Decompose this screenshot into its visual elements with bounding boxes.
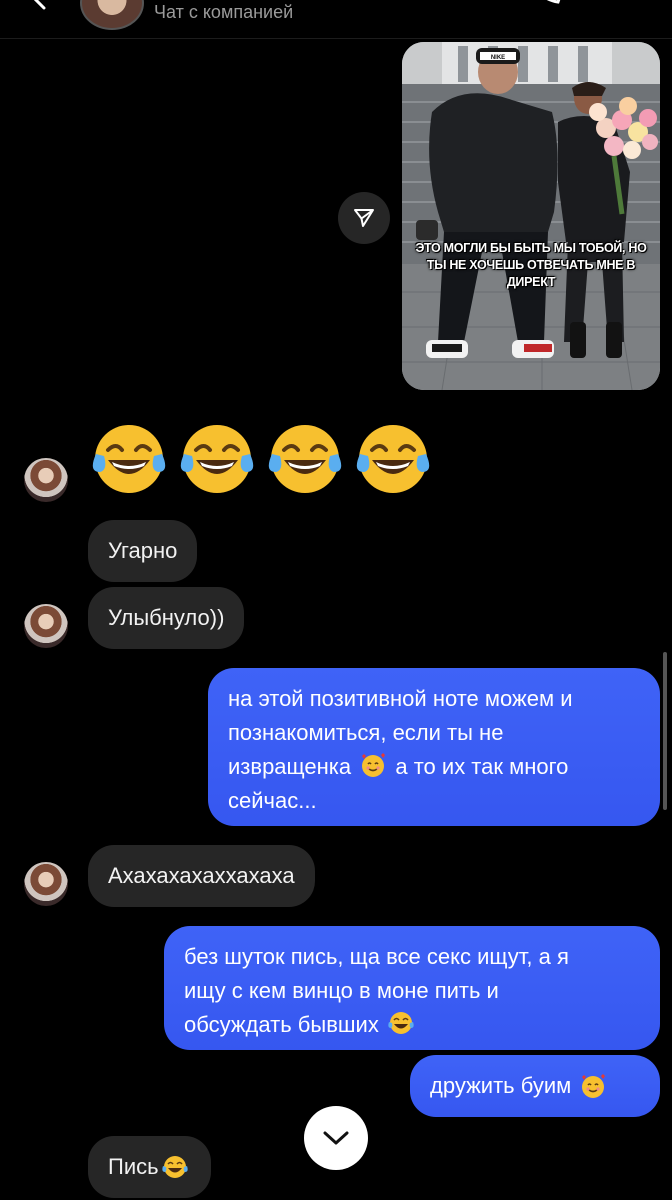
message-text: Пись	[108, 1154, 159, 1179]
outgoing-message[interactable]: без шуток пись, ща все секс ищут, а я ищ…	[164, 926, 660, 1050]
smiling-face-with-hearts-emoji-icon	[582, 1074, 606, 1098]
share-button[interactable]	[338, 192, 390, 244]
laughing-tears-emoji-icon	[268, 425, 342, 493]
laughing-tears-emoji-icon	[388, 1012, 414, 1034]
message-text: без шуток пись, ща все секс ищут, а я ищ…	[184, 944, 569, 1037]
contact-avatar[interactable]	[24, 458, 68, 502]
incoming-message[interactable]: Угарно	[88, 520, 198, 582]
laughing-tears-emoji-icon	[356, 425, 430, 493]
outgoing-message[interactable]: дружить буим	[410, 1055, 660, 1117]
laughing-tears-emoji-icon	[92, 425, 166, 493]
message-text: Ахахахахаххахаха	[108, 863, 295, 888]
contact-avatar[interactable]	[24, 604, 68, 648]
message-text: Угарно	[108, 538, 178, 563]
incoming-message[interactable]: Ахахахахаххахаха	[88, 845, 315, 907]
scroll-to-bottom-button[interactable]	[304, 1106, 368, 1170]
meme-caption: ЭТО МОГЛИ БЫ БЫТЬ МЫ ТОБОЙ, НО ТЫ НЕ ХОЧ…	[415, 241, 647, 289]
header-avatar[interactable]	[80, 0, 144, 30]
meme-image: NIKE	[402, 42, 660, 390]
message-text: на этой позитивной ноте можем и познаком…	[228, 686, 573, 813]
contact-avatar[interactable]	[24, 862, 68, 906]
scrollbar[interactable]	[663, 652, 667, 810]
smiling-face-with-hearts-emoji-icon	[362, 753, 386, 777]
cap-logo: NIKE	[491, 55, 505, 61]
message-text: Улыбнуло))	[108, 605, 225, 630]
send-icon	[354, 209, 374, 227]
phone-icon[interactable]	[524, 0, 564, 16]
chat-header: Чат с компанией	[0, 0, 672, 39]
laughing-tears-emoji-icon	[161, 1156, 188, 1178]
incoming-message[interactable]: Пись	[88, 1136, 211, 1198]
message-text: дружить буим	[430, 1073, 572, 1098]
emoji-message	[90, 420, 432, 498]
shared-meme-photo[interactable]: NIKE ЭТО МОГЛИ БЫ БЫТЬ МЫ ТОБОЙ, НО ТЫ Н…	[402, 42, 660, 390]
chevron-left-icon[interactable]	[28, 0, 52, 14]
video-icon[interactable]	[596, 0, 642, 16]
header-subtitle: Чат с компанией	[154, 2, 294, 22]
laughing-tears-emoji-icon	[180, 425, 254, 493]
outgoing-message[interactable]: на этой позитивной ноте можем и познаком…	[208, 668, 660, 826]
chevron-down-icon	[323, 1131, 349, 1145]
incoming-message[interactable]: Улыбнуло))	[88, 587, 245, 649]
